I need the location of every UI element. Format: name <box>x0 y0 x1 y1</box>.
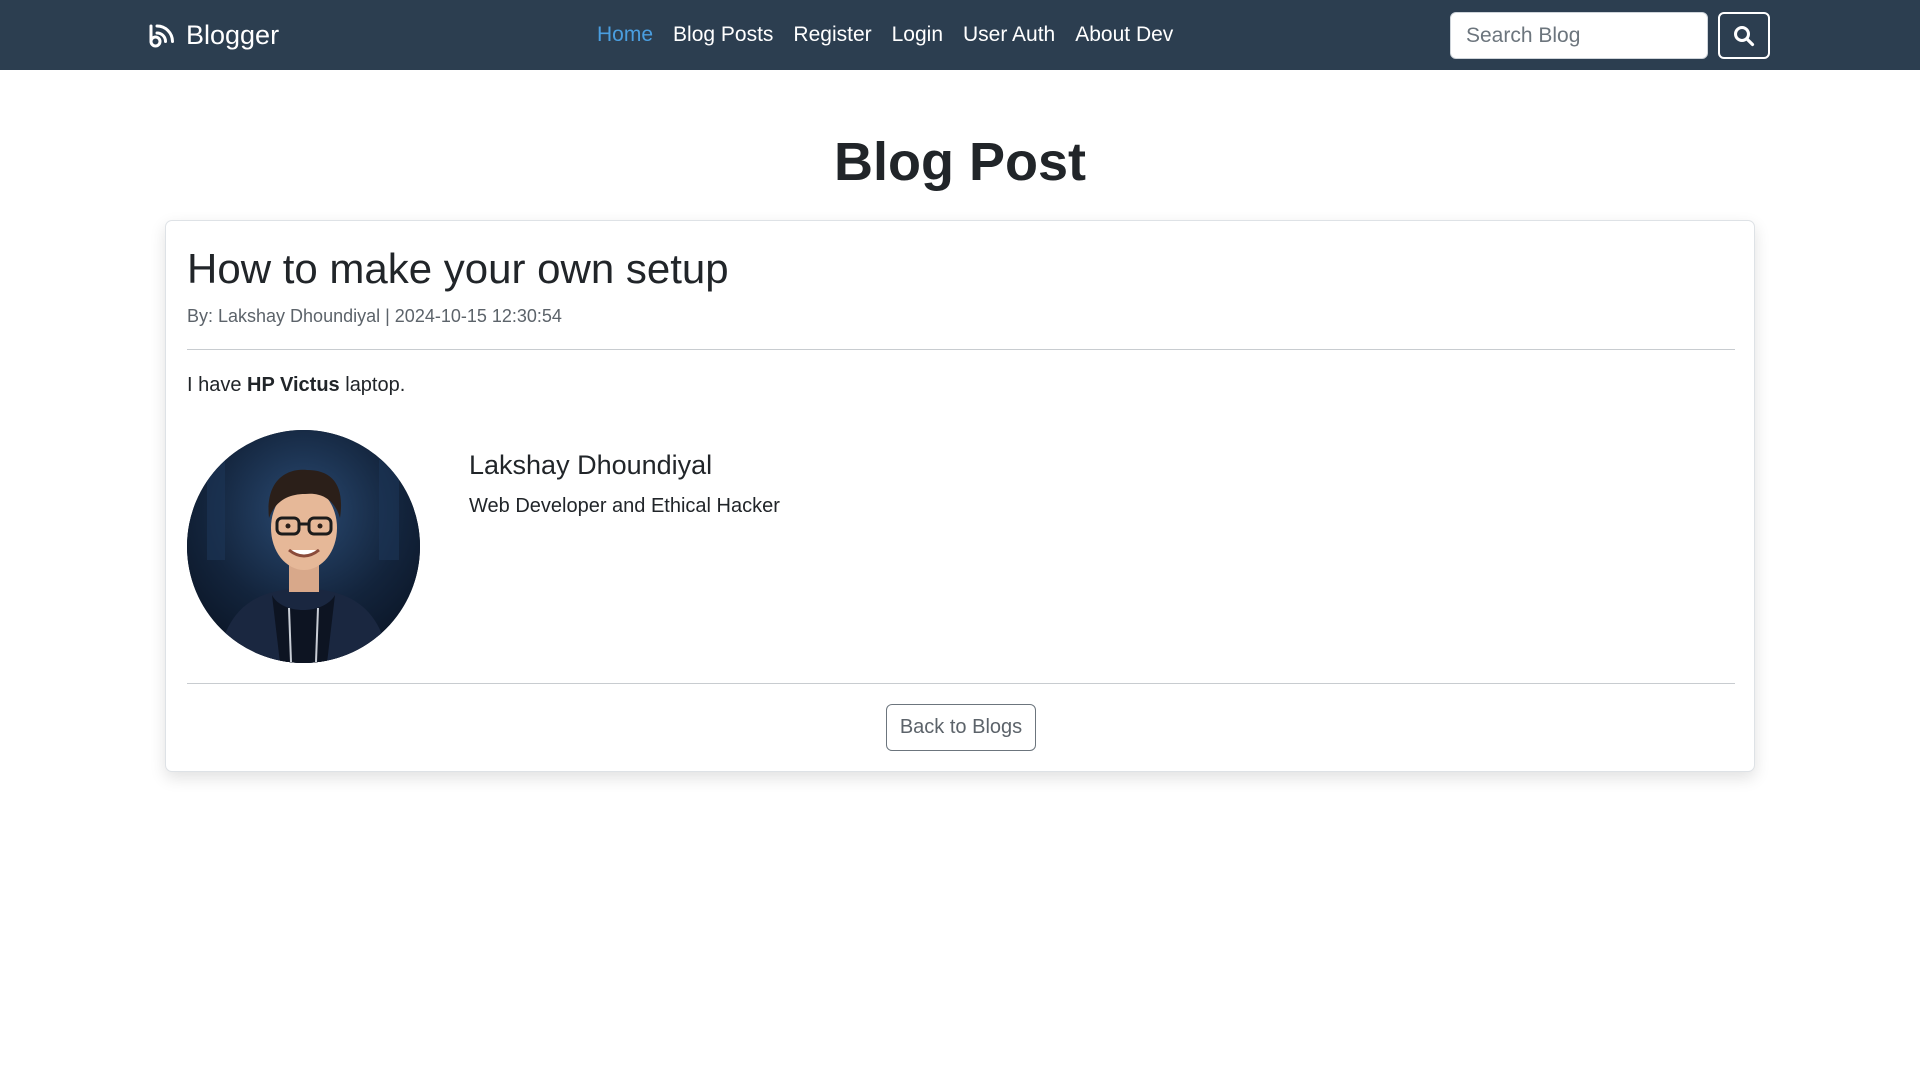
nav-item-about-dev[interactable]: About Dev <box>1065 20 1183 50</box>
nav-item-login[interactable]: Login <box>882 20 953 50</box>
avatar-image <box>187 430 420 663</box>
nav-item-home[interactable]: Home <box>588 20 663 50</box>
divider <box>187 349 1735 350</box>
post-body-suffix: laptop. <box>339 374 406 396</box>
nav-item-user-auth[interactable]: User Auth <box>953 20 1065 50</box>
nav-item-register[interactable]: Register <box>783 20 881 50</box>
divider <box>187 683 1735 684</box>
author-role: Web Developer and Ethical Hacker <box>469 495 780 517</box>
blog-icon <box>149 24 174 48</box>
back-to-blogs-button[interactable]: Back to Blogs <box>886 704 1036 751</box>
author-avatar <box>187 430 420 663</box>
post-body-bold: HP Victus <box>247 374 340 396</box>
brand-name: Blogger <box>186 20 280 50</box>
search-input[interactable] <box>1450 12 1708 59</box>
search-icon <box>1734 25 1755 46</box>
post-body-prefix: I have <box>187 374 248 396</box>
navbar: Blogger Home Blog Posts Register Login U… <box>0 0 1920 70</box>
nav-links: Home Blog Posts Register Login User Auth… <box>588 20 1183 50</box>
author-name: Lakshay Dhoundiyal <box>469 450 713 480</box>
brand-link[interactable]: Blogger <box>148 18 279 52</box>
nav-item-blog-posts[interactable]: Blog Posts <box>663 20 783 50</box>
page-title: Blog Post <box>834 132 1086 192</box>
post-title: How to make your own setup <box>187 245 729 292</box>
post-card: How to make your own setup By: Lakshay D… <box>165 220 1755 772</box>
search-button[interactable] <box>1718 12 1770 59</box>
post-meta: By: Lakshay Dhoundiyal | 2024-10-15 12:3… <box>187 306 562 326</box>
post-body: I have HP Victus laptop. <box>187 371 405 399</box>
